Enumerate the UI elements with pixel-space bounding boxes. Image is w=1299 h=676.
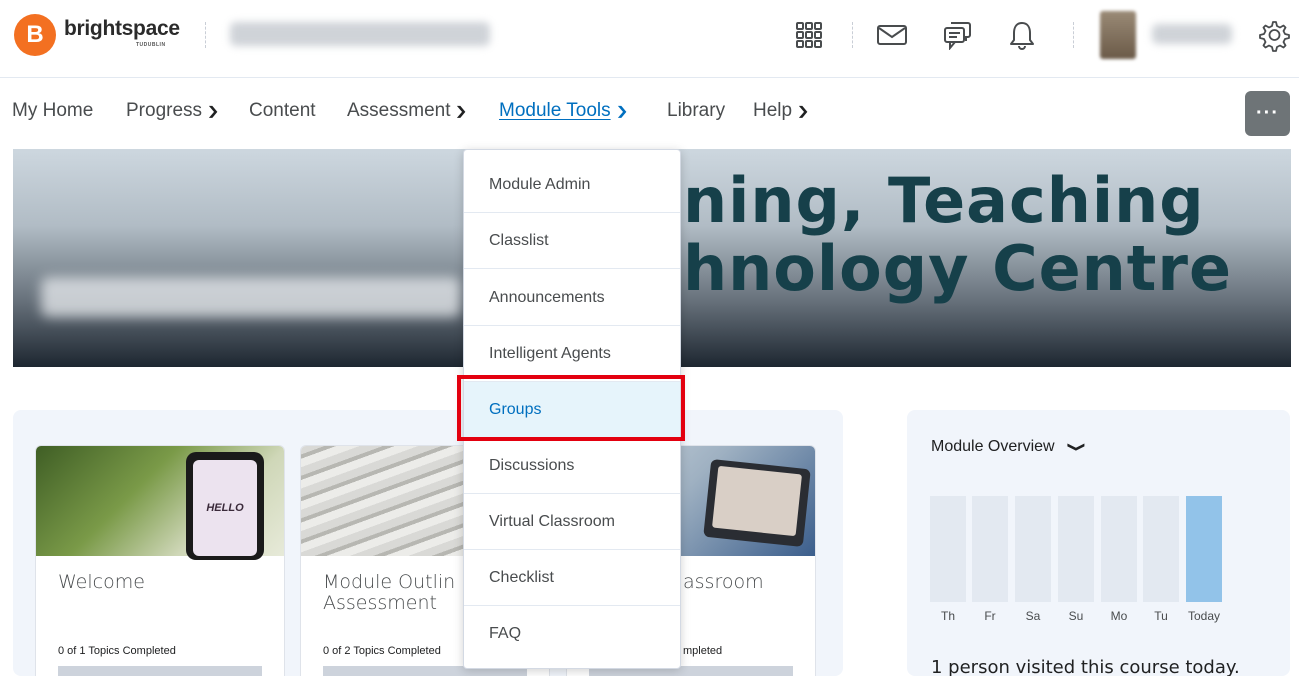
card-title[interactable]: Welcome bbox=[58, 572, 145, 593]
divider bbox=[852, 22, 853, 48]
user-name-redacted[interactable] bbox=[1152, 24, 1232, 44]
card-progress: mpleted bbox=[683, 645, 723, 657]
menu-item-discussions[interactable]: Discussions bbox=[464, 438, 680, 494]
day-label: Th bbox=[940, 609, 955, 623]
groups-highlight-annotation bbox=[457, 375, 685, 441]
brightspace-logo-icon[interactable]: B bbox=[14, 14, 56, 56]
progress-bar bbox=[58, 666, 262, 676]
module-name-redacted[interactable] bbox=[230, 22, 490, 46]
chevron-down-icon: ❯ bbox=[206, 104, 220, 118]
gear-icon[interactable] bbox=[1253, 16, 1293, 54]
menu-item-intelligent-agents[interactable]: Intelligent Agents bbox=[464, 326, 680, 382]
visit-bar-today bbox=[1186, 496, 1222, 602]
brand-subtitle: TUDUBLIN bbox=[136, 42, 166, 48]
chat-icon[interactable] bbox=[937, 16, 977, 54]
top-bar: B brightspace TUDUBLIN bbox=[0, 0, 1299, 78]
more-menu-button[interactable]: ··· bbox=[1245, 91, 1290, 136]
visit-bar bbox=[1058, 496, 1094, 602]
waffle-menu-icon[interactable] bbox=[789, 16, 829, 54]
day-label: Sa bbox=[1025, 609, 1041, 623]
nav-assessment[interactable]: Assessment ❯ bbox=[347, 100, 469, 122]
phone-screen-text: HELLO bbox=[193, 460, 257, 556]
banner-title: ning, Teaching hnology Centre bbox=[683, 167, 1232, 303]
day-label: Tu bbox=[1154, 609, 1168, 623]
card-welcome[interactable]: HELLO Welcome 0 of 1 Topics Completed bbox=[35, 445, 285, 676]
menu-item-faq[interactable]: FAQ bbox=[464, 606, 680, 662]
menu-item-announcements[interactable]: Announcements bbox=[464, 270, 680, 326]
card-progress: 0 of 2 Topics Completed bbox=[323, 645, 441, 657]
day-label: Su bbox=[1068, 609, 1084, 623]
card-progress: 0 of 1 Topics Completed bbox=[58, 645, 176, 657]
chevron-down-icon: ❯ bbox=[454, 104, 469, 118]
banner-title-line1: ning, Teaching bbox=[683, 164, 1205, 237]
course-name-redacted bbox=[41, 277, 461, 317]
banner-title-line2: hnology Centre bbox=[683, 232, 1233, 305]
day-label: Fr bbox=[984, 609, 996, 623]
card-title[interactable]: Module Outlin Assessment bbox=[323, 572, 455, 614]
day-label-today: Today bbox=[1187, 609, 1221, 623]
card-image: HELLO bbox=[36, 446, 284, 560]
card-title[interactable]: assroom bbox=[683, 572, 764, 593]
visits-summary: 1 person visited this course today. bbox=[931, 657, 1240, 676]
day-label: Mo bbox=[1110, 609, 1128, 623]
menu-item-module-admin[interactable]: Module Admin bbox=[464, 157, 680, 213]
divider bbox=[1073, 22, 1074, 48]
nav-content[interactable]: Content bbox=[249, 100, 316, 122]
brand-name[interactable]: brightspace bbox=[64, 17, 180, 41]
nav-module-tools[interactable]: Module Tools ❯ bbox=[499, 100, 629, 122]
bell-icon[interactable] bbox=[1002, 16, 1042, 54]
menu-item-classlist[interactable]: Classlist bbox=[464, 213, 680, 269]
chevron-down-icon: ❯ bbox=[796, 104, 810, 118]
nav-help[interactable]: Help ❯ bbox=[753, 100, 810, 122]
divider bbox=[205, 22, 206, 48]
chevron-down-icon: ❯ bbox=[615, 104, 629, 118]
visit-bar bbox=[972, 496, 1008, 602]
nav-library[interactable]: Library bbox=[667, 100, 725, 122]
avatar[interactable] bbox=[1100, 11, 1136, 59]
menu-item-virtual-classroom[interactable]: Virtual Classroom bbox=[464, 494, 680, 550]
visit-bar bbox=[1143, 496, 1179, 602]
visit-bar bbox=[930, 496, 966, 602]
mail-icon[interactable] bbox=[872, 16, 912, 54]
menu-item-checklist[interactable]: Checklist bbox=[464, 550, 680, 606]
visit-bar bbox=[1015, 496, 1051, 602]
visit-bar bbox=[1101, 496, 1137, 602]
module-overview-title[interactable]: Module Overview ❯ bbox=[931, 438, 1086, 456]
nav-progress[interactable]: Progress ❯ bbox=[126, 100, 220, 122]
nav-my-home[interactable]: My Home bbox=[12, 100, 93, 122]
chevron-down-icon[interactable]: ❯ bbox=[1066, 442, 1087, 453]
